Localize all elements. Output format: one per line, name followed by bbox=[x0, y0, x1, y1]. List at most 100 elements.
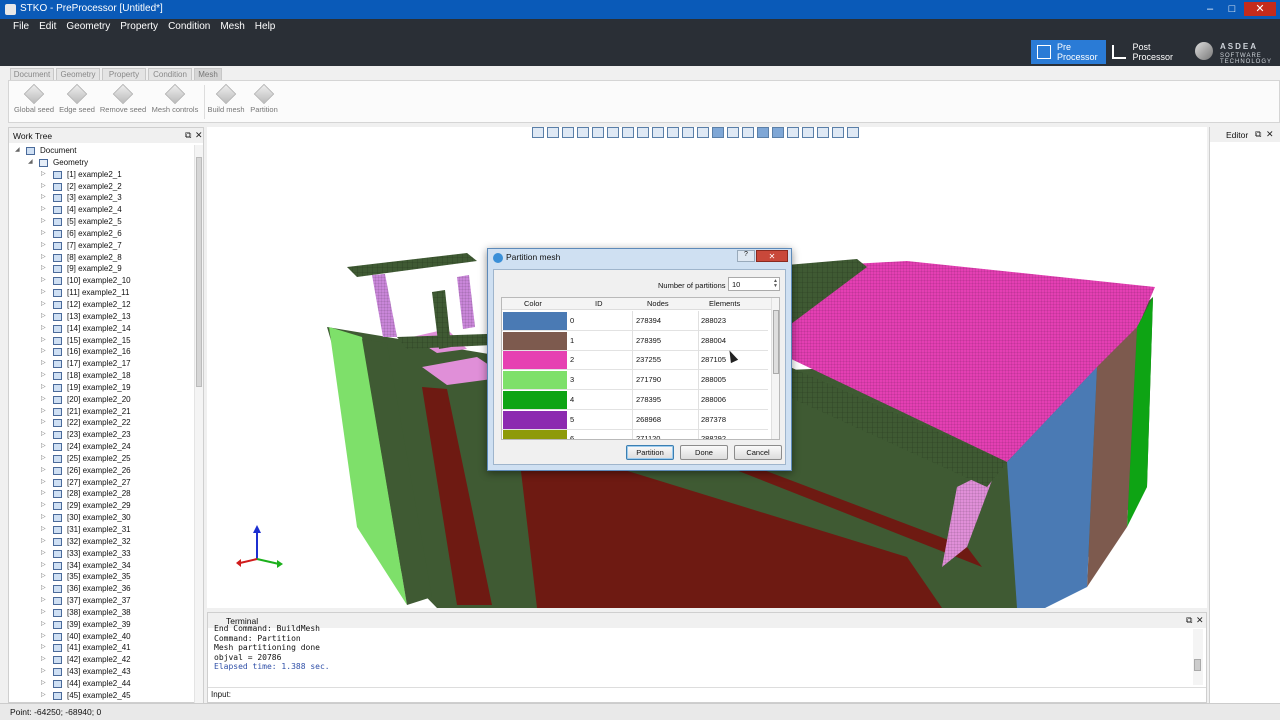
filter-icon[interactable] bbox=[847, 127, 859, 138]
tree-node-item[interactable]: ▷ [8] example2_8 bbox=[9, 252, 193, 264]
expand-arrow-icon[interactable]: ▷ bbox=[41, 299, 46, 311]
display-edges-icon[interactable] bbox=[727, 127, 739, 138]
partition-color-swatch[interactable] bbox=[503, 312, 567, 330]
filter-icon[interactable] bbox=[802, 127, 814, 138]
tree-node-item[interactable]: ▷ [21] example2_21 bbox=[9, 406, 193, 418]
mesh-controls-button[interactable]: Mesh controls bbox=[149, 83, 201, 114]
expand-arrow-icon[interactable]: ▷ bbox=[41, 631, 46, 643]
select-icon[interactable] bbox=[742, 127, 754, 138]
view-front-icon[interactable] bbox=[547, 127, 559, 138]
tree-node-item[interactable]: ▷ [15] example2_15 bbox=[9, 335, 193, 347]
view-back-icon[interactable] bbox=[562, 127, 574, 138]
expand-arrow-icon[interactable]: ▷ bbox=[41, 216, 46, 228]
col-elements[interactable]: Elements bbox=[709, 299, 740, 308]
expand-arrow-icon[interactable]: ▷ bbox=[41, 654, 46, 666]
expand-arrow-icon[interactable]: ▷ bbox=[41, 595, 46, 607]
expand-arrow-icon[interactable]: ◢ bbox=[28, 157, 33, 169]
tree-node-item[interactable]: ▷ [2] example2_2 bbox=[9, 181, 193, 193]
tree-view[interactable]: ◢ Document ◢ Geometry ▷ [1] example2_1 ▷ [2… bbox=[9, 145, 193, 703]
scrollbar-thumb[interactable] bbox=[196, 157, 202, 387]
tree-node-item[interactable]: ▷ [17] example2_17 bbox=[9, 358, 193, 370]
expand-arrow-icon[interactable]: ▷ bbox=[41, 512, 46, 524]
expand-arrow-icon[interactable]: ▷ bbox=[41, 181, 46, 193]
float-panel-icon[interactable]: ⧉ bbox=[185, 130, 191, 141]
tree-node-item[interactable]: ▷ [41] example2_41 bbox=[9, 642, 193, 654]
view-iso-icon[interactable] bbox=[532, 127, 544, 138]
build-mesh-button[interactable]: Build mesh bbox=[206, 83, 246, 114]
expand-arrow-icon[interactable]: ▷ bbox=[41, 678, 46, 690]
partition-color-swatch[interactable] bbox=[503, 430, 567, 439]
expand-arrow-icon[interactable]: ▷ bbox=[41, 204, 46, 216]
display-mode-icon[interactable] bbox=[697, 127, 709, 138]
expand-arrow-icon[interactable]: ▷ bbox=[41, 263, 46, 275]
tree-node-item[interactable]: ▷ [7] example2_7 bbox=[9, 240, 193, 252]
tree-node-item[interactable]: ▷ [38] example2_38 bbox=[9, 607, 193, 619]
tree-node-item[interactable]: ▷ [25] example2_25 bbox=[9, 453, 193, 465]
remove-seed-button[interactable]: Remove seed bbox=[99, 83, 147, 114]
col-nodes[interactable]: Nodes bbox=[647, 299, 669, 308]
cancel-button[interactable]: Cancel bbox=[734, 445, 782, 460]
menu-mesh[interactable]: Mesh bbox=[215, 21, 249, 33]
close-panel-icon[interactable]: ✕ bbox=[1266, 129, 1274, 140]
tree-node-item[interactable]: ▷ [29] example2_29 bbox=[9, 500, 193, 512]
expand-arrow-icon[interactable]: ◢ bbox=[15, 145, 20, 157]
table-row[interactable]: 4 278395 288006 bbox=[502, 389, 768, 410]
tab-condition[interactable]: Condition bbox=[148, 68, 192, 80]
dialog-close-button[interactable]: ✕ bbox=[756, 250, 788, 262]
minimize-button[interactable]: – bbox=[1200, 2, 1220, 16]
tree-node-item[interactable]: ▷ [1] example2_1 bbox=[9, 169, 193, 181]
tree-node-item[interactable]: ▷ [4] example2_4 bbox=[9, 204, 193, 216]
tree-node-item[interactable]: ▷ [14] example2_14 bbox=[9, 323, 193, 335]
select-mode-icon[interactable] bbox=[772, 127, 784, 138]
expand-arrow-icon[interactable]: ▷ bbox=[41, 346, 46, 358]
expand-arrow-icon[interactable]: ▷ bbox=[41, 583, 46, 595]
pre-processor-button[interactable]: Pre Processor bbox=[1031, 40, 1106, 64]
global-seed-button[interactable]: Global seed bbox=[13, 83, 55, 114]
expand-arrow-icon[interactable]: ▷ bbox=[41, 666, 46, 678]
menu-condition[interactable]: Condition bbox=[163, 21, 215, 33]
tree-node-item[interactable]: ▷ [9] example2_9 bbox=[9, 263, 193, 275]
table-scrollbar[interactable] bbox=[771, 298, 779, 439]
zoom-fit-icon[interactable] bbox=[667, 127, 679, 138]
expand-arrow-icon[interactable]: ▷ bbox=[41, 642, 46, 654]
expand-arrow-icon[interactable]: ▷ bbox=[41, 500, 46, 512]
tree-node-item[interactable]: ▷ [10] example2_10 bbox=[9, 275, 193, 287]
tree-node-geometry[interactable]: ◢ Geometry bbox=[9, 157, 193, 169]
spin-arrows-icon[interactable]: ▲ ▼ bbox=[773, 279, 778, 289]
expand-arrow-icon[interactable]: ▷ bbox=[41, 690, 46, 702]
tree-node-item[interactable]: ▷ [33] example2_33 bbox=[9, 548, 193, 560]
partition-color-swatch[interactable] bbox=[503, 331, 567, 350]
expand-arrow-icon[interactable]: ▷ bbox=[41, 488, 46, 500]
tree-node-item[interactable]: ▷ [11] example2_11 bbox=[9, 287, 193, 299]
table-row[interactable]: 0 278394 288023 bbox=[502, 311, 768, 331]
tree-node-item[interactable]: ▷ [43] example2_43 bbox=[9, 666, 193, 678]
expand-arrow-icon[interactable]: ▷ bbox=[41, 536, 46, 548]
expand-arrow-icon[interactable]: ▷ bbox=[41, 548, 46, 560]
expand-arrow-icon[interactable]: ▷ bbox=[41, 560, 46, 572]
partition-color-swatch[interactable] bbox=[503, 410, 567, 429]
tree-node-item[interactable]: ▷ [12] example2_12 bbox=[9, 299, 193, 311]
menu-edit[interactable]: Edit bbox=[34, 21, 61, 33]
view-right-icon[interactable] bbox=[592, 127, 604, 138]
expand-arrow-icon[interactable]: ▷ bbox=[41, 169, 46, 181]
tree-node-item[interactable]: ▷ [5] example2_5 bbox=[9, 216, 193, 228]
tree-node-item[interactable]: ▷ [20] example2_20 bbox=[9, 394, 193, 406]
menu-property[interactable]: Property bbox=[115, 21, 163, 33]
table-row[interactable]: 5 268968 287378 bbox=[502, 409, 768, 430]
tree-node-item[interactable]: ▷ [22] example2_22 bbox=[9, 417, 193, 429]
expand-arrow-icon[interactable]: ▷ bbox=[41, 441, 46, 453]
tree-node-item[interactable]: ▷ [44] example2_44 bbox=[9, 678, 193, 690]
num-partitions-spinbox[interactable]: 10 ▲ ▼ bbox=[728, 277, 780, 291]
tree-node-item[interactable]: ▷ [3] example2_3 bbox=[9, 192, 193, 204]
view-bottom-icon[interactable] bbox=[622, 127, 634, 138]
select-box-icon[interactable] bbox=[757, 127, 769, 138]
view-ortho-icon[interactable] bbox=[652, 127, 664, 138]
zoom-icon[interactable] bbox=[682, 127, 694, 138]
partition-color-swatch[interactable] bbox=[503, 390, 567, 409]
expand-arrow-icon[interactable]: ▷ bbox=[41, 394, 46, 406]
tree-node-item[interactable]: ▷ [13] example2_13 bbox=[9, 311, 193, 323]
close-panel-icon[interactable]: ✕ bbox=[1196, 615, 1204, 626]
filter-icon[interactable] bbox=[787, 127, 799, 138]
tree-scrollbar[interactable] bbox=[194, 145, 203, 703]
expand-arrow-icon[interactable]: ▷ bbox=[41, 275, 46, 287]
